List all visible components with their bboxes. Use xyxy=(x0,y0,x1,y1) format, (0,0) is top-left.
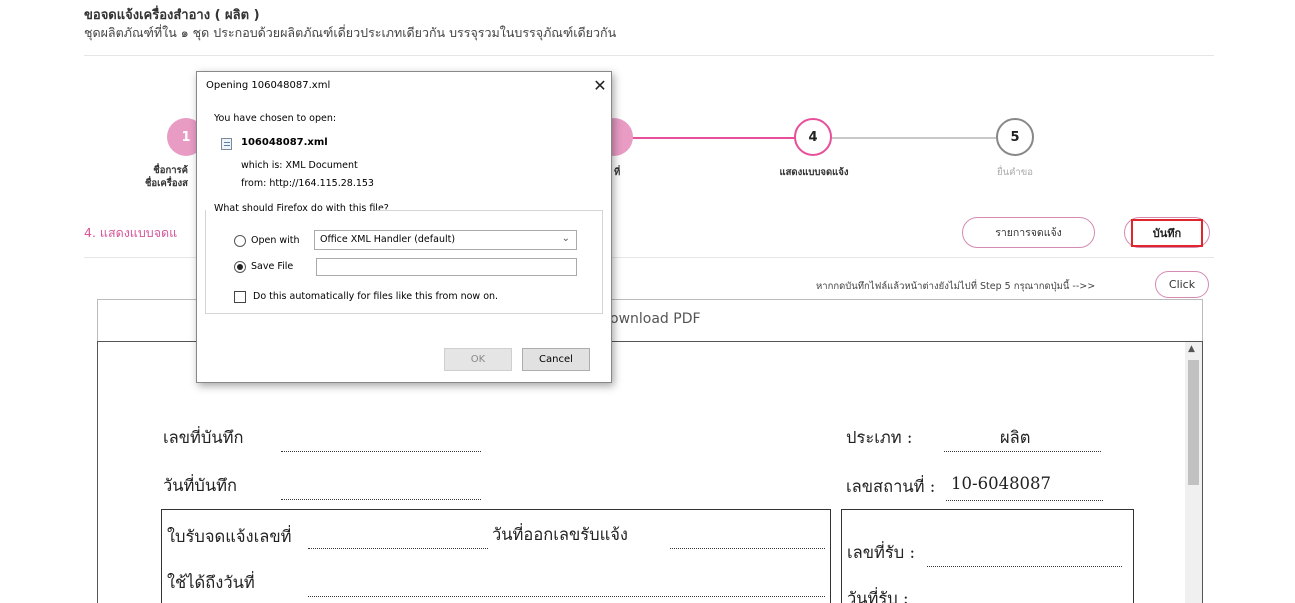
open-with-app: Office XML Handler (default) xyxy=(320,234,456,245)
record-number-line xyxy=(281,451,481,452)
issue-date-line xyxy=(670,548,825,549)
place-value: 10-6048087 xyxy=(951,474,1052,493)
file-source: from: http://164.115.28.153 xyxy=(241,178,374,189)
step5-hint: หากกดบันทึกไฟล์แล้วหน้าต่างยังไม่ไปที่ S… xyxy=(816,281,1096,292)
step-4-number: 4 xyxy=(808,129,818,145)
close-icon[interactable]: ✕ xyxy=(591,76,609,96)
file-name: 106048087.xml xyxy=(241,137,328,148)
record-number-label: เลขที่บันทึก xyxy=(163,428,244,447)
save-button-outline[interactable]: บันทึก xyxy=(1124,217,1210,248)
scroll-thumb[interactable] xyxy=(1188,360,1199,485)
receive-date-label: วันที่รับ : xyxy=(847,589,909,603)
step-4-label: แสดงแบบจดแจ้ง xyxy=(779,167,849,178)
action-group-top-border xyxy=(375,210,603,211)
valid-until-label: ใช้ได้ถึงวันที่ xyxy=(167,573,255,592)
file-type: which is: XML Document xyxy=(241,160,358,171)
step-line-4-5 xyxy=(832,137,996,139)
step-line-3-4 xyxy=(632,137,804,139)
receipt-number-label: ใบรับจดแจ้งเลขที่ xyxy=(167,527,292,546)
download-pdf-tab[interactable]: ownload PDF xyxy=(610,311,701,327)
cancel-button[interactable]: Cancel xyxy=(522,348,590,371)
step-5-number: 5 xyxy=(1010,129,1020,145)
chosen-text: You have chosen to open: xyxy=(214,113,337,124)
receive-number-label: เลขที่รับ : xyxy=(847,543,916,562)
save-button[interactable]: บันทึก xyxy=(1131,219,1203,247)
save-file-focus-box[interactable] xyxy=(316,258,577,276)
page-subtitle: ชุดผลิตภัณฑ์ที่ใน ๑ ชุด ประกอบด้วยผลิตภั… xyxy=(84,25,617,40)
dialog-title: Opening 106048087.xml xyxy=(206,80,331,91)
list-button[interactable]: รายการจดแจ้ง xyxy=(962,217,1095,248)
step-5-label: ยื่นคำขอ xyxy=(997,167,1033,178)
ok-button[interactable]: OK xyxy=(444,348,512,371)
viewer-scrollbar[interactable]: ▲ xyxy=(1185,342,1202,603)
receipt-box: ใบรับจดแจ้งเลขที่ วันที่ออกเลขรับแจ้ง ใช… xyxy=(161,509,831,603)
receive-box: เลขที่รับ : วันที่รับ : xyxy=(841,509,1134,603)
open-with-radio[interactable] xyxy=(234,235,246,247)
step-5-circle[interactable]: 5 xyxy=(996,118,1034,156)
header-divider xyxy=(84,55,1214,56)
step-3-label: ที่ xyxy=(614,167,621,178)
receive-number-line xyxy=(927,566,1122,567)
type-label: ประเภท : xyxy=(846,428,913,447)
scroll-up-arrow-icon[interactable]: ▲ xyxy=(1188,344,1195,354)
open-with-select[interactable]: Office XML Handler (default) ⌄ xyxy=(314,230,577,250)
type-value: ผลิต xyxy=(1000,428,1031,447)
save-file-radio[interactable] xyxy=(234,261,246,273)
step-1-number: 1 xyxy=(181,129,191,145)
record-date-label: วันที่บันทึก xyxy=(163,476,238,495)
section-title: 4. แสดงแบบจดแ xyxy=(84,225,178,240)
receipt-number-line xyxy=(308,548,488,549)
issue-date-label: วันที่ออกเลขรับแจ้ง xyxy=(492,525,628,544)
open-file-dialog[interactable]: Opening 106048087.xml ✕ You have chosen … xyxy=(196,71,612,383)
step-1-label: ชื่อการค้ ชื่อเครื่องส xyxy=(144,165,188,189)
save-file-label[interactable]: Save File xyxy=(251,261,293,272)
auto-checkbox[interactable] xyxy=(234,291,246,303)
step-4-circle[interactable]: 4 xyxy=(794,118,832,156)
xml-file-icon xyxy=(221,138,232,150)
chevron-down-icon: ⌄ xyxy=(561,233,570,244)
place-line xyxy=(946,500,1103,501)
dialog-titlebar[interactable]: Opening 106048087.xml ✕ xyxy=(197,72,611,101)
page-title: ขอจดแจ้งเครื่องสำอาง ( ผลิต ) xyxy=(84,8,260,23)
auto-label[interactable]: Do this automatically for files like thi… xyxy=(253,291,498,302)
open-with-label[interactable]: Open with xyxy=(251,235,300,246)
click-button[interactable]: Click xyxy=(1155,271,1209,298)
record-date-line xyxy=(281,499,481,500)
type-line xyxy=(944,451,1101,452)
valid-until-line xyxy=(308,596,825,597)
place-label: เลขสถานที่ : xyxy=(846,477,936,496)
